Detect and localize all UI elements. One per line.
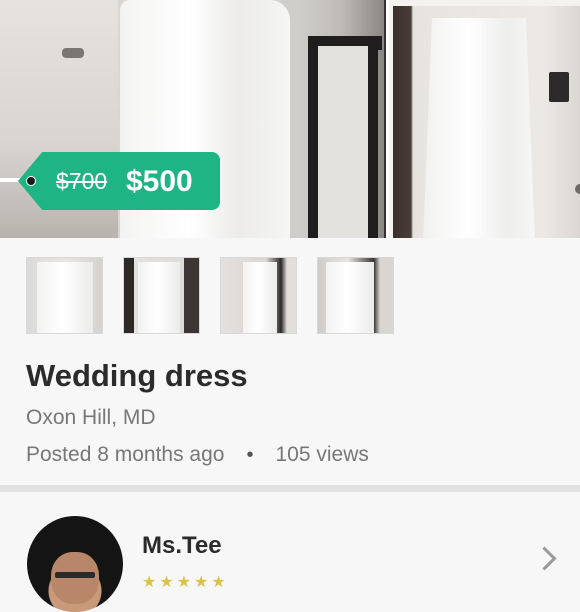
thumbnail-4[interactable] xyxy=(317,257,394,334)
mirror-frame xyxy=(308,36,378,238)
thumbnail-3[interactable] xyxy=(220,257,297,334)
hero-side-image[interactable] xyxy=(386,0,580,238)
seller-name[interactable]: Ms.Tee xyxy=(142,532,222,560)
wall-sconce xyxy=(549,72,569,102)
current-price: $500 xyxy=(126,165,193,198)
side-dress xyxy=(423,18,535,238)
chevron-right-icon[interactable] xyxy=(532,546,557,571)
original-price: $700 xyxy=(56,168,108,194)
thumbnail-strip xyxy=(26,257,394,334)
seller-avatar[interactable] xyxy=(27,516,123,612)
avatar-glasses xyxy=(55,572,95,578)
thumbnail-2[interactable] xyxy=(123,257,200,334)
listing-meta: Posted 8 months ago • 105 views xyxy=(26,443,369,467)
view-count: 105 views xyxy=(275,443,369,466)
door-knob xyxy=(575,184,580,194)
avatar-face xyxy=(51,552,99,604)
door-knob xyxy=(62,48,84,58)
seller-row[interactable]: Ms.Tee ★★★★★ xyxy=(0,492,580,612)
price-tag-hole xyxy=(26,176,36,186)
hero-photo[interactable]: $700 $500 xyxy=(0,0,580,238)
listing-location[interactable]: Oxon Hill, MD xyxy=(26,406,156,430)
dot-separator: • xyxy=(246,443,254,466)
section-divider xyxy=(0,485,580,492)
hero-side-background xyxy=(393,6,580,238)
posted-time: Posted 8 months ago xyxy=(26,443,225,466)
listing-title: Wedding dress xyxy=(26,358,248,393)
thumbnail-1[interactable] xyxy=(26,257,103,334)
seller-rating-stars: ★★★★★ xyxy=(142,574,229,591)
